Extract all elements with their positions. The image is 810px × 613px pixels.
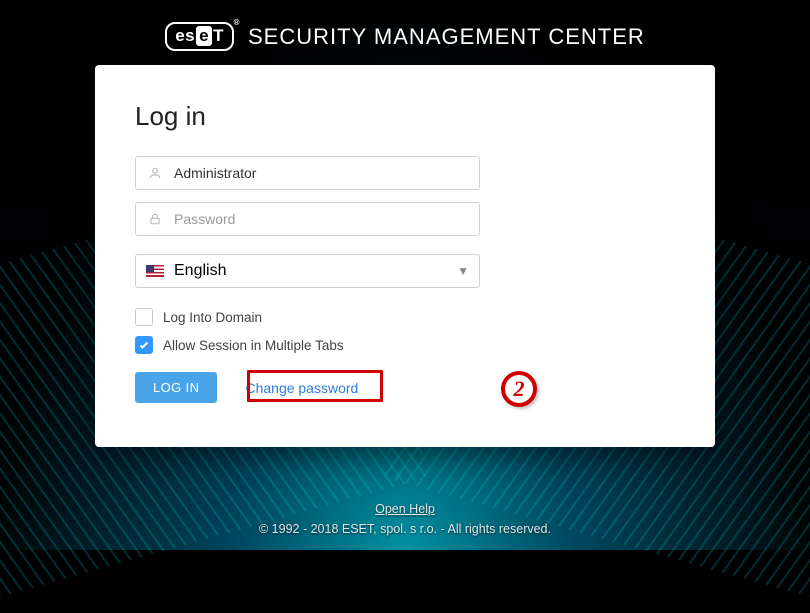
user-icon <box>146 166 164 180</box>
checkbox-label-domain: Log Into Domain <box>163 310 262 325</box>
action-row: LOG IN Change password <box>135 372 675 403</box>
username-input[interactable] <box>164 165 469 181</box>
username-field-wrap[interactable] <box>135 156 480 190</box>
checkbox-log-into-domain[interactable] <box>135 308 153 326</box>
app-title: SECURITY MANAGEMENT CENTER <box>248 24 645 50</box>
checkbox-row-domain: Log Into Domain <box>135 308 675 326</box>
login-card: Log in English ▼ Log Into Domain <box>95 65 715 447</box>
brand-logo: eseT ® <box>165 22 234 51</box>
checkbox-allow-multiple-tabs[interactable] <box>135 336 153 354</box>
flag-icon-us <box>146 265 164 277</box>
footer: Open Help © 1992 - 2018 ESET, spol. s r.… <box>0 502 810 536</box>
copyright-text: © 1992 - 2018 ESET, spol. s r.o. - All r… <box>0 522 810 536</box>
chevron-down-icon: ▼ <box>457 264 469 278</box>
checkbox-label-tabs: Allow Session in Multiple Tabs <box>163 338 344 353</box>
password-input[interactable] <box>164 211 469 227</box>
login-heading: Log in <box>135 101 675 132</box>
language-select[interactable]: English ▼ <box>135 254 480 288</box>
password-field-wrap[interactable] <box>135 202 480 236</box>
change-password-link[interactable]: Change password <box>235 374 368 402</box>
language-selected-label: English <box>174 262 226 280</box>
registered-mark: ® <box>234 18 240 27</box>
app-header: eseT ® SECURITY MANAGEMENT CENTER <box>0 0 810 65</box>
login-button[interactable]: LOG IN <box>135 372 217 403</box>
checkbox-row-tabs: Allow Session in Multiple Tabs <box>135 336 675 354</box>
open-help-link[interactable]: Open Help <box>375 502 435 516</box>
lock-icon <box>146 212 164 226</box>
